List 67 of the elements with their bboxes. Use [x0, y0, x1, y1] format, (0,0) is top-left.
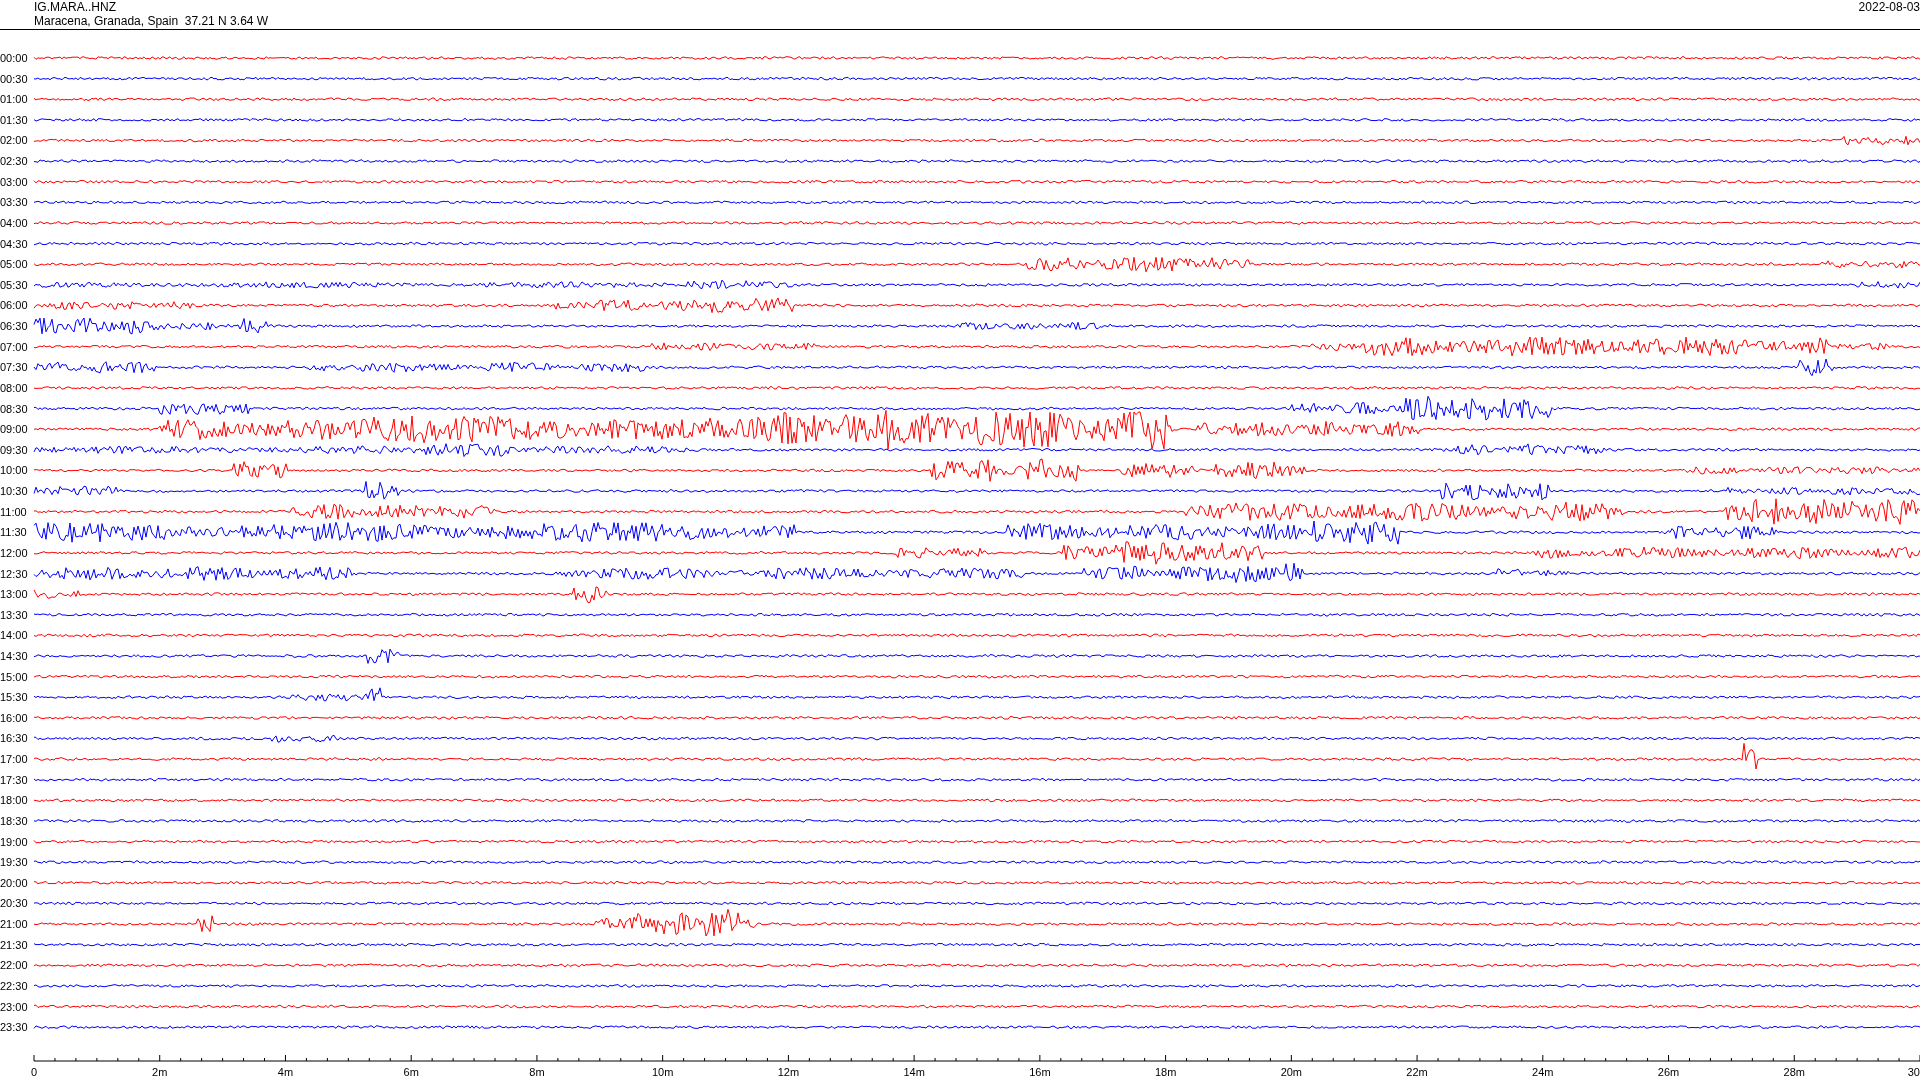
- time-label: 10:30: [0, 485, 28, 497]
- time-label: 11:30: [0, 526, 27, 539]
- time-label: 12:00: [0, 546, 28, 559]
- axis-label: 0: [30, 1066, 38, 1078]
- time-label: 00:30: [0, 72, 28, 85]
- time-label: 05:00: [0, 258, 28, 271]
- time-label: 03:00: [0, 175, 28, 188]
- time-label: 19:00: [0, 835, 28, 848]
- time-label: 14:30: [0, 650, 28, 662]
- time-label: 22:00: [0, 959, 28, 972]
- station-code: IG.MARA..HNZ: [34, 0, 117, 14]
- axis-label: 16m: [1029, 1066, 1051, 1078]
- time-label: 21:00: [0, 918, 28, 931]
- time-label: 16:30: [0, 732, 28, 745]
- axis-label: 18m: [1154, 1066, 1177, 1078]
- time-label: 23:30: [0, 1021, 28, 1034]
- time-label: 13:30: [0, 608, 28, 621]
- axis-label: 8m: [529, 1066, 545, 1078]
- axis-label: 28m: [1783, 1066, 1805, 1078]
- time-label: 16:00: [0, 711, 28, 724]
- axis-label: 6m: [403, 1066, 419, 1078]
- time-label: 14:00: [0, 629, 28, 642]
- time-label: 17:30: [0, 773, 28, 786]
- axis-label: 30: [1907, 1066, 1920, 1078]
- time-label: 20:30: [0, 897, 28, 910]
- time-label: 19:30: [0, 856, 28, 869]
- axis-label: 26m: [1657, 1066, 1680, 1078]
- axis-label: 14m: [903, 1066, 925, 1078]
- axis-label: 10m: [651, 1066, 674, 1078]
- time-label: 17:00: [0, 753, 28, 766]
- time-label: 09:30: [0, 443, 28, 456]
- time-label: 15:30: [0, 691, 28, 704]
- time-label: 23:00: [0, 1000, 28, 1013]
- time-label: 12:30: [0, 567, 28, 580]
- time-label: 08:00: [0, 381, 28, 394]
- time-label: 04:00: [0, 216, 28, 229]
- time-label: 02:00: [0, 134, 28, 147]
- time-label: 03:30: [0, 196, 28, 209]
- time-label: 06:00: [0, 299, 28, 312]
- time-label: 09:00: [0, 423, 28, 436]
- time-label: 13:00: [0, 588, 28, 601]
- axis-label: 20m: [1280, 1066, 1303, 1078]
- time-label: 06:30: [0, 320, 28, 333]
- time-label: 00:00: [0, 52, 28, 64]
- time-label: 18:00: [0, 794, 28, 807]
- axis-label: 2m: [152, 1066, 168, 1078]
- station-location: Maracena, Granada, Spain 37.21 N 3.64 W: [34, 14, 269, 28]
- axis-label: 12m: [777, 1066, 800, 1078]
- time-label: 01:00: [0, 93, 28, 106]
- time-label: 21:30: [0, 938, 28, 951]
- time-label: 22:30: [0, 979, 28, 992]
- axis-label: 22m: [1406, 1066, 1428, 1078]
- time-label: 10:00: [0, 464, 28, 477]
- time-label: 11:00: [0, 505, 27, 518]
- record-date: 2022-08-03: [1858, 0, 1920, 16]
- axis-label: 24m: [1532, 1066, 1554, 1078]
- axis-label: 4m: [277, 1066, 294, 1078]
- time-label: 20:00: [0, 876, 28, 889]
- time-label: 15:00: [0, 670, 28, 683]
- time-label: 18:30: [0, 814, 28, 827]
- time-label: 01:30: [0, 113, 28, 126]
- time-label: 07:30: [0, 361, 28, 374]
- time-label: 02:30: [0, 155, 28, 168]
- time-label: 04:30: [0, 237, 28, 250]
- time-label: 08:30: [0, 402, 28, 415]
- time-label: 07:00: [0, 340, 28, 353]
- time-label: 05:30: [0, 278, 28, 291]
